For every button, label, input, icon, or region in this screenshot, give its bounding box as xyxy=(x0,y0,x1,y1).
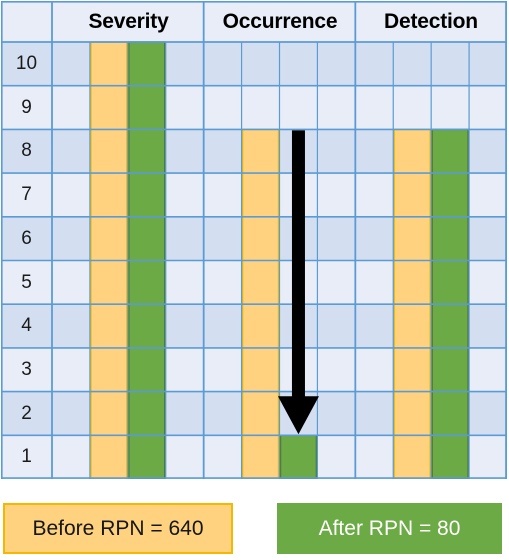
column-header-occurrence: Occurrence xyxy=(222,10,338,33)
row-label-7: 7 xyxy=(21,184,32,206)
row-label-6: 6 xyxy=(21,227,32,249)
legend-before-rpn: Before RPN = 640 xyxy=(3,503,233,554)
row-label-4: 4 xyxy=(21,315,32,337)
row-label-8: 8 xyxy=(21,140,32,162)
row-label-10: 10 xyxy=(15,53,38,74)
legend-before-label: Before RPN = 640 xyxy=(32,516,204,540)
grid-canvas xyxy=(1,1,507,479)
row-label-2: 2 xyxy=(21,402,32,424)
row-label-5: 5 xyxy=(21,271,32,293)
row-label-3: 3 xyxy=(21,358,32,380)
rpn-comparison-chart: Severity Occurrence Detection 10 9 8 7 6 5 4 3 2… xyxy=(0,0,509,560)
legend-after-label: After RPN = 80 xyxy=(318,516,461,540)
column-header-severity: Severity xyxy=(88,10,169,33)
row-label-9: 9 xyxy=(21,96,32,118)
column-header-detection: Detection xyxy=(384,10,478,33)
legend-after-rpn: After RPN = 80 xyxy=(277,503,502,554)
bar-occurrence-after xyxy=(279,434,318,479)
row-label-1: 1 xyxy=(21,446,32,468)
severity-occurrence-detection-grid: Severity Occurrence Detection 10 9 8 7 6 5 4 3 2… xyxy=(1,1,507,479)
